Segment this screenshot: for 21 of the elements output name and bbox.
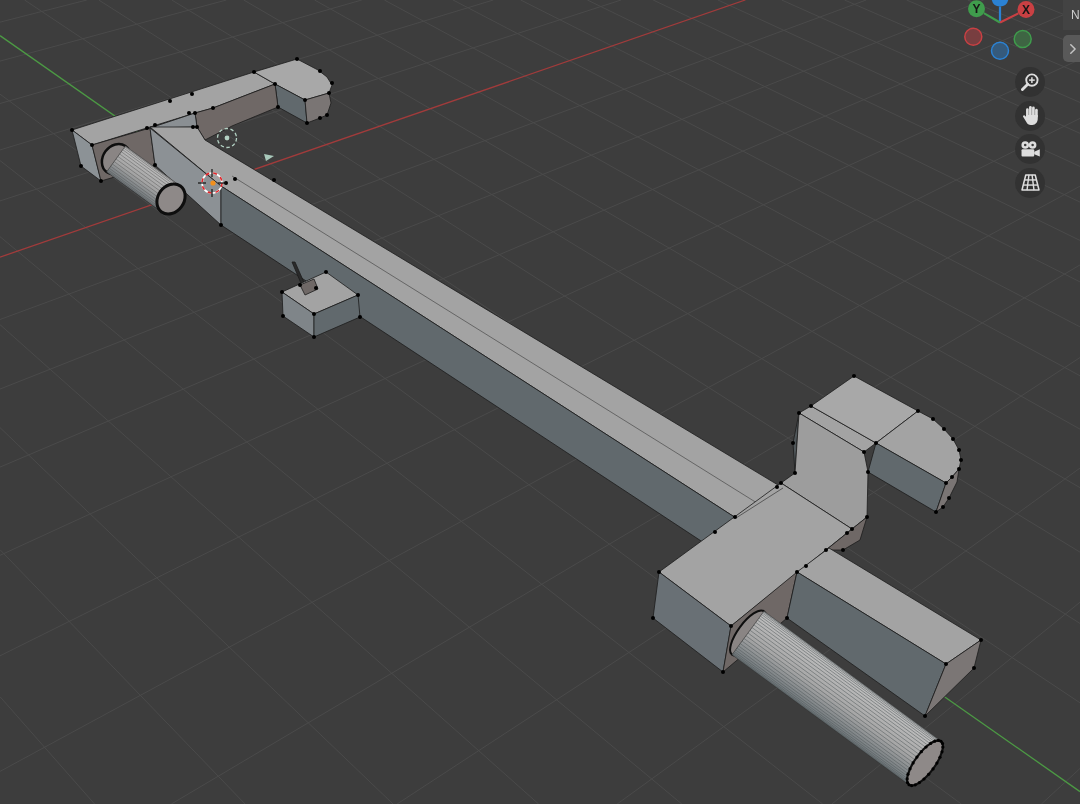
movie-camera-icon xyxy=(1020,141,1040,157)
origin-dot-icon xyxy=(210,180,216,186)
chevron-right-icon xyxy=(1070,43,1076,54)
negative-axis-handle[interactable] xyxy=(1013,29,1032,49)
zoom-in-icon xyxy=(1021,73,1039,91)
grid-icon xyxy=(1020,174,1040,191)
negative-axis-handle[interactable] xyxy=(964,27,983,46)
perspective-toggle-button[interactable] xyxy=(1015,167,1045,198)
axis-handle[interactable]: Y xyxy=(968,0,985,18)
axis-handle[interactable]: X xyxy=(1017,1,1035,19)
sidebar-toggle-button[interactable] xyxy=(1063,35,1080,62)
pan-button[interactable] xyxy=(1015,100,1045,131)
negative-axis-handle[interactable] xyxy=(990,41,1010,60)
dashed-ring-icon xyxy=(216,127,238,149)
camera-view-button[interactable] xyxy=(1015,134,1045,164)
zoom-button[interactable] xyxy=(1015,67,1045,97)
triangle-icon xyxy=(264,154,274,161)
sidebar-tab-label[interactable]: N xyxy=(1071,8,1080,22)
cursor-crosshair-icon xyxy=(197,168,227,198)
axis-handle[interactable] xyxy=(991,0,1009,7)
hand-icon xyxy=(1021,106,1039,125)
